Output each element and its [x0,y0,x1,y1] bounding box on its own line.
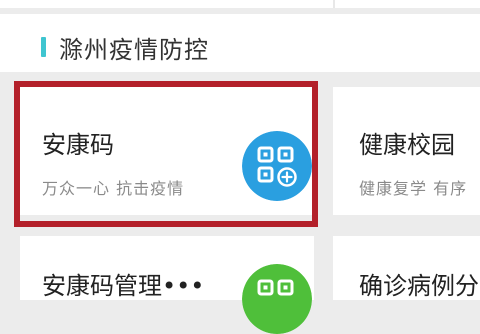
card-title: 安康码管理••• [42,272,205,300]
section-title: 滁州疫情防控 [59,36,209,64]
top-strip [0,0,480,8]
card-title: 健康校园 [359,131,455,159]
card-title: 安康码 [42,131,114,159]
ankangma-card[interactable]: 安康码 万众一心 抗击疫情 [20,87,314,215]
section-accent-bar [41,37,46,57]
section-header: 滁州疫情防控 [0,14,480,72]
card-subtitle: 健康复学 有序 [359,179,468,198]
divider [333,0,335,8]
card-title: 确诊病例分 [359,272,479,300]
qr-code-icon [242,131,312,201]
card-subtitle: 万众一心 抗击疫情 [42,179,185,198]
healthy-campus-card[interactable]: 健康校园 健康复学 有序 [333,87,480,215]
qr-code-icon [242,264,312,334]
ankangma-management-card[interactable]: 安康码管理••• [20,236,314,334]
confirmed-cases-card[interactable]: 确诊病例分 [333,236,480,300]
